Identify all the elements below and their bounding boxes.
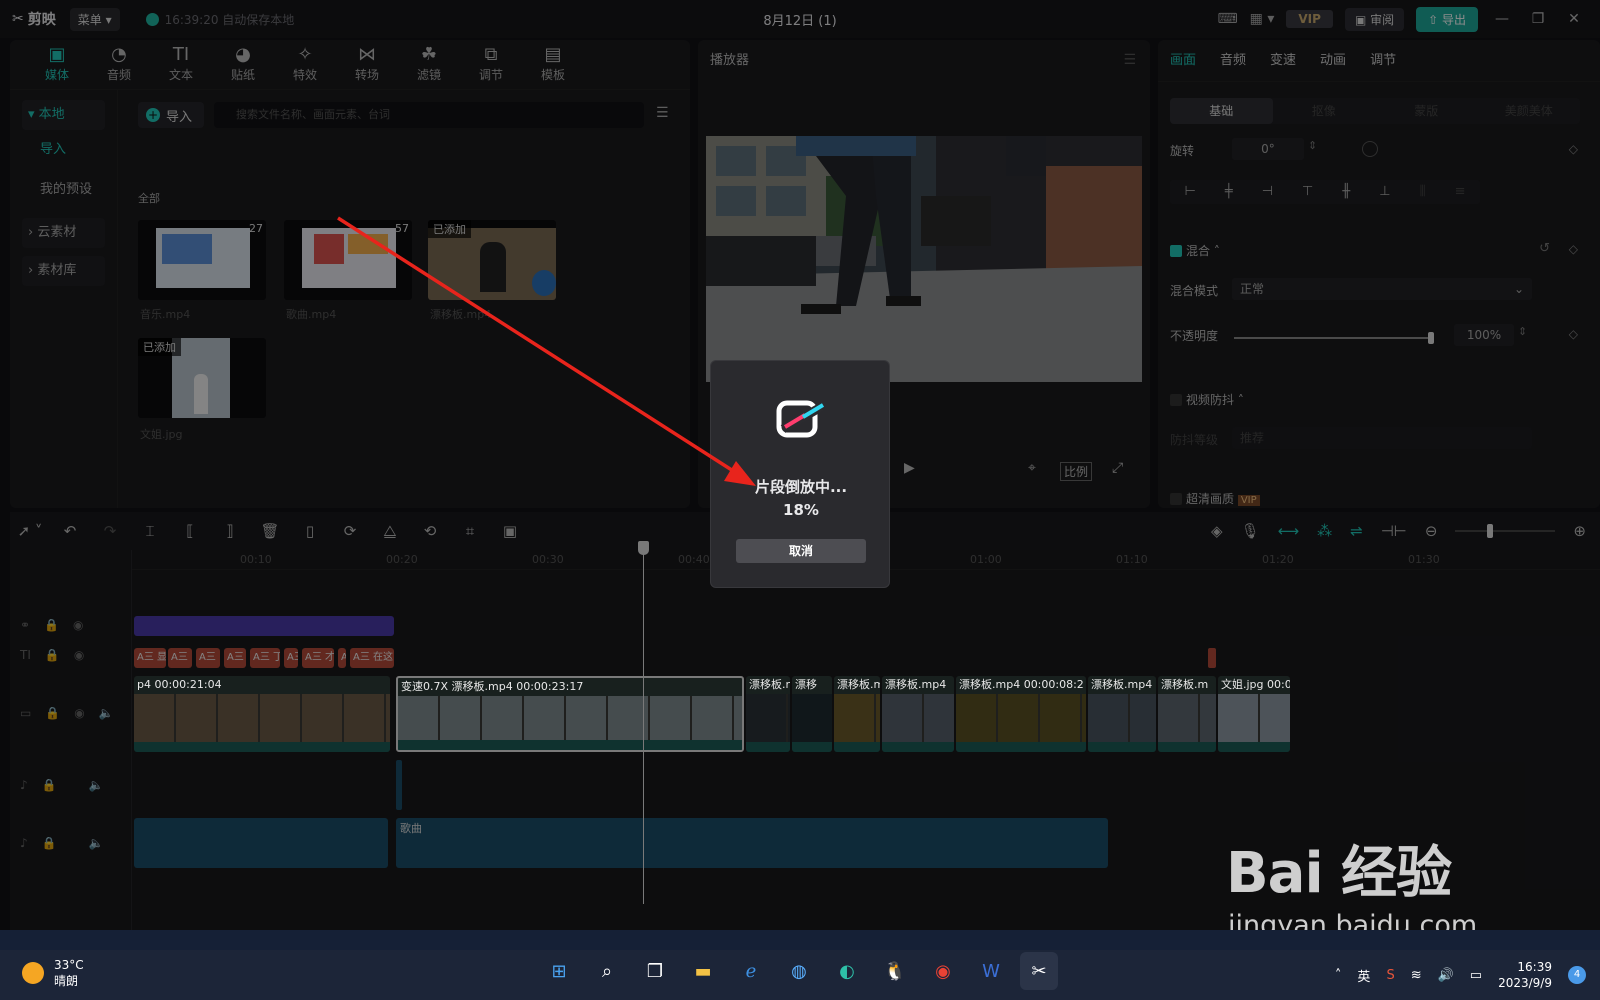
sogou-icon[interactable]: S <box>1386 968 1394 983</box>
file-explorer-icon[interactable]: ▬ <box>684 952 722 990</box>
reverse-progress-dialog: 片段倒放中... 18% 取消 <box>710 360 890 588</box>
task-view-icon[interactable]: ❐ <box>636 952 674 990</box>
capcut-taskbar-icon[interactable]: ✂ <box>1020 952 1058 990</box>
video-clip-label: 漂移板.mp4 <box>885 678 947 691</box>
chrome-icon[interactable]: ◉ <box>924 952 962 990</box>
video-clip-label: 漂移板.m <box>837 678 880 691</box>
dialog-title: 片段倒放中... <box>754 478 848 496</box>
battery-icon[interactable]: ▭ <box>1470 968 1482 983</box>
baidu-watermark: Bai 经验 jingyan.baidu.com <box>1226 828 1526 941</box>
video-clip-label: p4 00:00:21:04 <box>137 678 222 691</box>
temperature: 33°C <box>54 958 84 972</box>
cancel-button[interactable]: 取消 <box>736 539 866 563</box>
weather-text: 晴朗 <box>54 974 79 988</box>
volume-icon[interactable]: 🔊 <box>1438 968 1454 983</box>
word-icon[interactable]: W <box>972 952 1010 990</box>
clock[interactable]: 16:39 2023/9/9 <box>1498 959 1552 991</box>
desktop-strip <box>0 930 1600 950</box>
tray-expand-icon[interactable]: ˄ <box>1335 968 1342 983</box>
wifi-icon[interactable]: ≋ <box>1411 968 1422 983</box>
system-tray: ˄ 英 S ≋ 🔊 ▭ 16:39 2023/9/9 4 <box>1335 950 1586 1000</box>
clock-time: 16:39 <box>1517 960 1552 974</box>
browser-icon[interactable]: ◍ <box>780 952 818 990</box>
video-clip-label: 漂移板.mp4 00:00:08:2 <box>959 678 1084 691</box>
weather-widget[interactable]: 33°C 晴朗 <box>22 957 84 989</box>
taskbar-apps: ⊞ ⌕ ❐ ▬ ℯ ◍ ◐ 🐧 ◉ W ✂ <box>540 952 1058 990</box>
qq-icon[interactable]: 🐧 <box>876 952 914 990</box>
video-clip-label: 漂移 <box>795 678 817 691</box>
ime-indicator[interactable]: 英 <box>1357 966 1370 985</box>
notification-badge[interactable]: 4 <box>1568 966 1586 984</box>
video-clip-label: 文姐.jpg 00:0 <box>1221 678 1290 691</box>
ie-browser-icon[interactable]: ℯ <box>732 952 770 990</box>
watermark-brand: Bai 经验 <box>1226 841 1452 906</box>
capcut-window: ✂ 剪映 菜单 ▾ 16:39:20 自动保存本地 8月12日 (1) ⌨ ▦ … <box>0 0 1600 1000</box>
video-clip-label: 漂移板.r <box>749 678 790 691</box>
video-clip-label: 变速0.7X 漂移板.mp4 00:00:23:17 <box>401 680 584 693</box>
dialog-progress-percent: 18% <box>783 501 819 519</box>
sun-icon <box>22 962 44 984</box>
edge-icon[interactable]: ◐ <box>828 952 866 990</box>
video-clip-label: 漂移板.mp4 <box>1091 678 1153 691</box>
clock-date: 2023/9/9 <box>1498 976 1552 990</box>
windows-start-icon[interactable]: ⊞ <box>540 952 578 990</box>
video-clip-label: 漂移板.m <box>1161 678 1209 691</box>
capcut-logo-icon <box>776 400 825 438</box>
search-icon[interactable]: ⌕ <box>588 952 626 990</box>
